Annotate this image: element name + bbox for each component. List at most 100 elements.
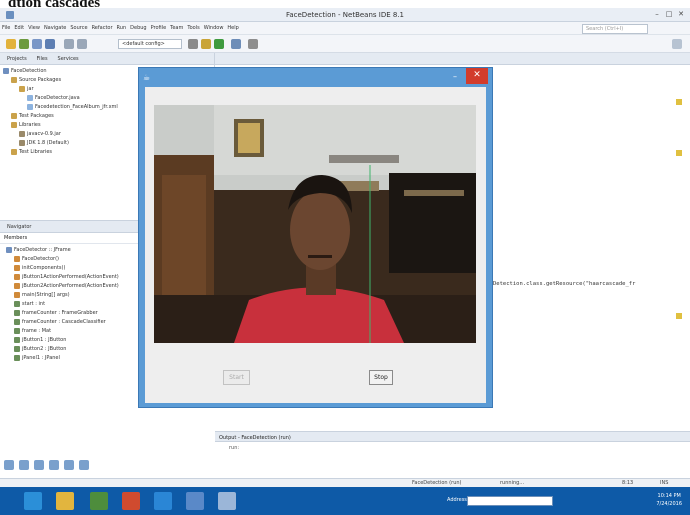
- menu-item[interactable]: Window: [202, 22, 226, 34]
- tree-item-label: JDK 1.8 (Default): [27, 140, 69, 146]
- navigator-item-label: frameCounter : CascadeClassifier: [22, 319, 106, 325]
- java-app-taskbar-icon[interactable]: [218, 492, 236, 510]
- tree-node-icon: [19, 139, 25, 146]
- netbeans-taskbar-icon[interactable]: [186, 492, 204, 510]
- dialog-content: Start Stop: [145, 87, 486, 403]
- tree-node-icon: [11, 148, 17, 155]
- tab-files[interactable]: Files: [33, 53, 52, 65]
- navigator-item-label: jButton2ActionPerformed(ActionEvent): [22, 283, 119, 289]
- redo-icon[interactable]: [77, 39, 87, 49]
- undo-icon[interactable]: [64, 39, 74, 49]
- output-text: run:: [229, 445, 240, 451]
- menu-item[interactable]: Navigate: [42, 22, 68, 34]
- filter-static-icon[interactable]: [18, 460, 29, 470]
- filter-nonpublic-icon[interactable]: [33, 460, 44, 470]
- menu-item[interactable]: Run: [115, 22, 129, 34]
- tree-item-label: FaceDetection: [11, 68, 47, 74]
- ie-icon[interactable]: [24, 492, 42, 510]
- menu-item[interactable]: Refactor: [90, 22, 115, 34]
- run-icon[interactable]: [214, 39, 224, 49]
- tab-navigator[interactable]: Navigator: [3, 221, 35, 233]
- menu-item[interactable]: Team: [168, 22, 185, 34]
- tab-output[interactable]: Output - FaceDetection (run): [215, 432, 690, 442]
- ide-title-bar: FaceDetection - NetBeans IDE 8.1 – □ ✕: [0, 8, 690, 22]
- error-stripe-mark[interactable]: [676, 313, 682, 319]
- status-mode: INS: [660, 480, 669, 486]
- tree-node-icon: [27, 94, 33, 101]
- status-position: 8:13: [622, 480, 634, 486]
- menu-item[interactable]: Edit: [12, 22, 26, 34]
- menu-item[interactable]: Source: [68, 22, 89, 34]
- tab-services[interactable]: Services: [54, 53, 83, 65]
- tree-node-icon: [11, 76, 17, 83]
- search-input[interactable]: Search (Ctrl+I): [582, 24, 648, 34]
- member-icon: [6, 246, 12, 253]
- navigator-item-label: initComponents(): [22, 265, 66, 271]
- navigator-filter-bar: [4, 460, 144, 474]
- clean-build-icon[interactable]: [188, 39, 198, 49]
- maximize-icon[interactable]: □: [664, 10, 674, 19]
- menu-item[interactable]: File: [0, 22, 12, 34]
- address-label: Address: [447, 497, 467, 503]
- tree-item-label: FaceDetector.java: [35, 95, 80, 101]
- taskbar: Address 10:14 PM 7/24/2016: [0, 487, 690, 515]
- build-icon[interactable]: [201, 39, 211, 49]
- dialog-title-bar[interactable]: ☕ – ✕: [139, 68, 492, 87]
- tree-item-label: jar: [27, 86, 34, 92]
- skype-icon[interactable]: [154, 492, 172, 510]
- clock-date: 7/24/2016: [656, 501, 682, 507]
- main-toolbar: <default config>: [0, 35, 690, 53]
- menu-item[interactable]: Tools: [185, 22, 201, 34]
- tab-projects[interactable]: Projects: [3, 53, 31, 65]
- member-icon: [14, 291, 20, 298]
- member-icon: [14, 354, 20, 361]
- member-icon: [14, 255, 20, 262]
- navigator-item-label: FaceDetector(): [22, 256, 59, 262]
- editor-tabs: [215, 53, 690, 65]
- open-project-icon[interactable]: [32, 39, 42, 49]
- profile-icon[interactable]: [248, 39, 258, 49]
- config-select[interactable]: <default config>: [118, 39, 182, 49]
- minimize-icon[interactable]: –: [652, 10, 662, 19]
- tree-item-label: Test Packages: [19, 113, 54, 119]
- code-line[interactable]: Detection.class.getResource("haarcascade…: [493, 281, 635, 287]
- projects-tabs: Projects Files Services: [0, 53, 214, 65]
- address-input[interactable]: [467, 496, 553, 506]
- tree-item-label: Source Packages: [19, 77, 62, 83]
- dialog-minimize-icon[interactable]: –: [453, 72, 457, 81]
- stop-button[interactable]: Stop: [369, 370, 393, 385]
- menu-item[interactable]: Debug: [128, 22, 148, 34]
- sort-source-icon[interactable]: [78, 460, 89, 470]
- tree-node-icon: [11, 112, 17, 119]
- navigator-item-label: start : int: [22, 301, 46, 307]
- navigator-item-label: jButton2 : JButton: [22, 346, 67, 352]
- java-cup-icon: ☕: [143, 73, 151, 82]
- debug-icon[interactable]: [231, 39, 241, 49]
- error-stripe-mark[interactable]: [676, 99, 682, 105]
- filter-fields-icon[interactable]: [4, 460, 14, 470]
- media-icon[interactable]: [90, 492, 108, 510]
- start-button[interactable]: Start: [223, 370, 250, 385]
- tree-item-label: Facedetection_FaceAlbum_jfr.xml: [35, 104, 118, 110]
- menu-item[interactable]: Profile: [149, 22, 169, 34]
- member-icon: [14, 327, 20, 334]
- menu-item[interactable]: Help: [225, 22, 240, 34]
- close-icon[interactable]: ✕: [676, 10, 686, 19]
- tree-node-icon: [27, 103, 33, 110]
- chrome-icon[interactable]: [122, 492, 140, 510]
- status-bar: FaceDetection (run) running... 8:13 INS: [0, 478, 690, 487]
- error-stripe-mark[interactable]: [676, 150, 682, 156]
- new-file-icon[interactable]: [6, 39, 16, 49]
- menu-item[interactable]: View: [26, 22, 42, 34]
- filter-inherited-icon[interactable]: [48, 460, 59, 470]
- clock-time: 10:14 PM: [657, 493, 681, 499]
- clock[interactable]: 10:14 PM 7/24/2016: [656, 492, 682, 508]
- sort-name-icon[interactable]: [63, 460, 74, 470]
- maximize-editor-icon[interactable]: [672, 39, 682, 49]
- dialog-close-icon[interactable]: ✕: [466, 68, 488, 84]
- explorer-icon[interactable]: [56, 492, 74, 510]
- save-all-icon[interactable]: [45, 39, 55, 49]
- webcam-image: [154, 105, 476, 343]
- new-project-icon[interactable]: [19, 39, 29, 49]
- member-icon: [14, 309, 20, 316]
